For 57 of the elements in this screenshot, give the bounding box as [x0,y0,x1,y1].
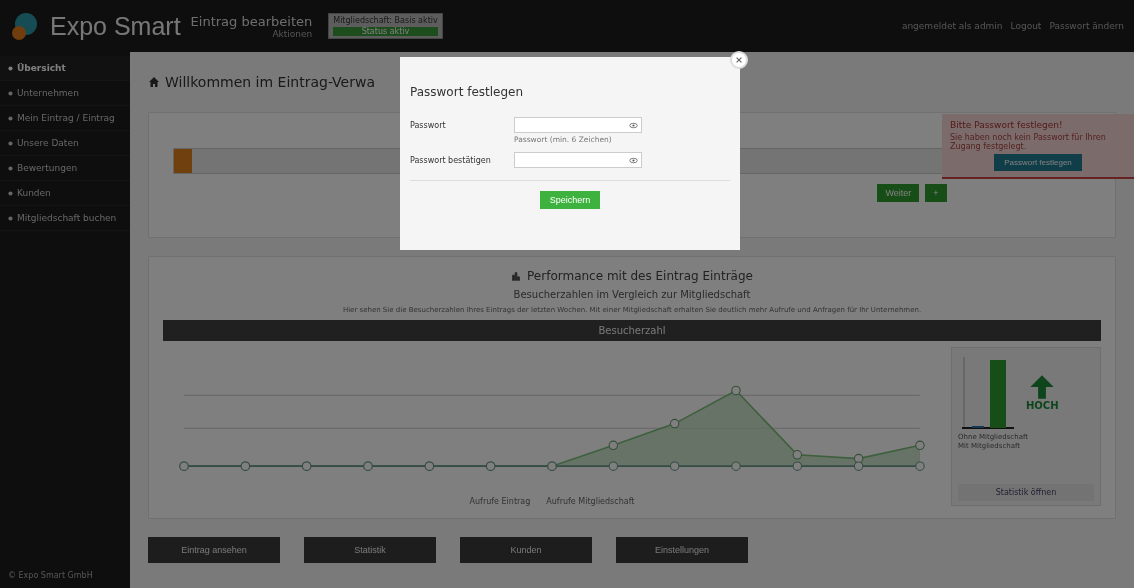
home-icon [148,76,160,88]
performance-subtitle: Besucherzahlen im Vergleich zur Mitgliedschaft [513,289,751,300]
dialog-title: Passwort festlegen [410,85,525,99]
alert-text: Sie haben noch kein Passwort für Ihren Zugang festgelegt. [950,133,1107,151]
data-point [792,450,803,460]
chart-header: Besucherzahl [163,320,1101,341]
bullet-icon [8,216,13,221]
sidebar-footer: © Expo Smart GmbH [0,563,130,588]
performance-title: Performance mit des Eintrag Einträge [527,269,753,283]
data-point [731,385,741,396]
data-point [853,461,864,471]
data-point [669,418,680,429]
up-arrow-icon [1029,373,1056,400]
bullet-icon [8,141,13,146]
bullet-icon [8,66,13,71]
bullet-icon [8,166,13,171]
action-button[interactable]: Statistik [304,537,436,563]
data-point [853,453,864,464]
eye-icon [629,156,638,164]
close-icon [735,56,743,64]
progress-button[interactable]: Weiter [877,184,920,202]
bar-chart-icon [511,271,522,281]
save-button[interactable]: Speichern [539,191,601,209]
data-point [608,461,619,471]
status-badge: Status aktiv [333,27,438,36]
brand-name: Expo Smart [50,11,181,41]
action-button[interactable]: Eintrag ansehen [148,537,280,563]
logo-icon [10,11,40,41]
data-point [915,440,925,451]
bullet-icon [8,191,13,196]
user-link[interactable]: Logout [1010,21,1042,31]
action-button[interactable]: Einstellungen [616,537,748,563]
eye-icon [629,121,638,129]
bullet-icon [8,116,13,121]
action-button[interactable]: Kunden [460,537,592,563]
set-password-button[interactable]: Passwort festlegen [994,154,1082,171]
field-label: Passwort bestätigen [410,155,492,165]
trend-label: HOCH [1026,399,1059,411]
data-point [608,440,619,451]
user-link[interactable]: Passwort ändern [1049,21,1124,31]
page-title: Eintrag bearbeiten [190,13,313,29]
legend-item: Aufrufe Mitgliedschaft [546,497,635,506]
data-point [731,461,741,471]
data-point [915,461,925,471]
progress-button[interactable]: + [925,184,947,202]
legend-item: Aufrufe Eintrag [469,497,531,506]
bullet-icon [8,91,13,96]
field-label: Passwort [410,120,447,130]
alert-title: Bitte Passwort festlegen! [950,120,1064,130]
page-subtitle: Aktionen [272,28,313,39]
password-field[interactable] [514,152,642,168]
data-point [669,461,680,471]
statistics-link[interactable]: Statistik öffnen [958,484,1094,501]
user-link[interactable]: angemeldet als admin [901,21,1003,31]
data-point [792,461,803,471]
page-heading: Willkommen im Eintrag-Verwa [165,74,375,90]
password-field[interactable] [514,117,642,133]
